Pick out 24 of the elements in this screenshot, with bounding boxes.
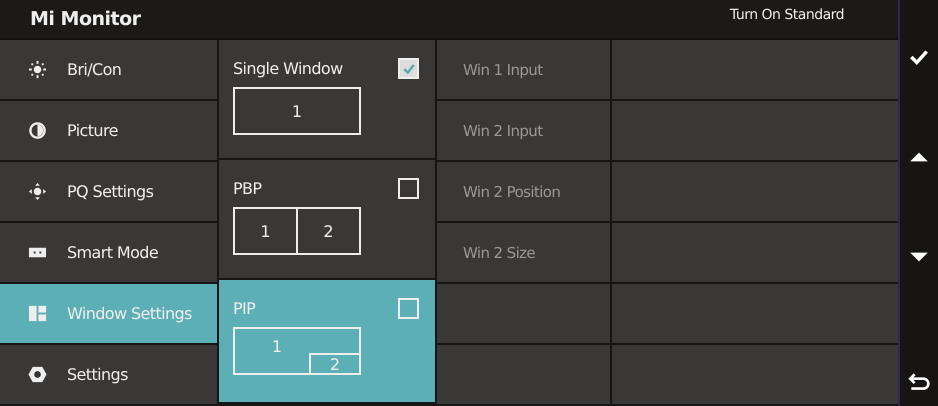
contrast-icon [28, 121, 47, 140]
layout-diagram: 1 [233, 87, 361, 135]
dpad-icon [28, 182, 47, 201]
sidebar-item[interactable]: Settings [0, 345, 217, 406]
mode-name: PIP [233, 299, 256, 318]
sidebar-item[interactable]: PQ Settings [0, 162, 217, 223]
layout-icon [28, 304, 47, 323]
mode-name: Single Window [233, 59, 343, 78]
layout-diagram: 1 2 [233, 327, 361, 375]
sun-icon [28, 60, 47, 79]
sidebar-item[interactable]: Bri/Con [0, 40, 217, 101]
sidebar-item[interactable]: Smart Mode [0, 223, 217, 284]
window-mode-option[interactable]: Single Window 1 [219, 40, 435, 160]
hexagon-icon [28, 365, 47, 384]
menu-title: Mi Monitor [30, 8, 141, 30]
mode-label: Turn On Standard [730, 7, 844, 23]
checkbox[interactable] [398, 58, 419, 79]
sidebar-item[interactable]: Picture [0, 101, 217, 162]
layout-diagram: 1 2 [233, 207, 361, 255]
return-arrow-icon[interactable] [908, 371, 930, 393]
checkbox[interactable] [398, 298, 419, 319]
window-mode-option[interactable]: PBP 1 2 [219, 160, 435, 280]
checkbox[interactable] [398, 178, 419, 199]
mode-name: PBP [233, 179, 262, 198]
